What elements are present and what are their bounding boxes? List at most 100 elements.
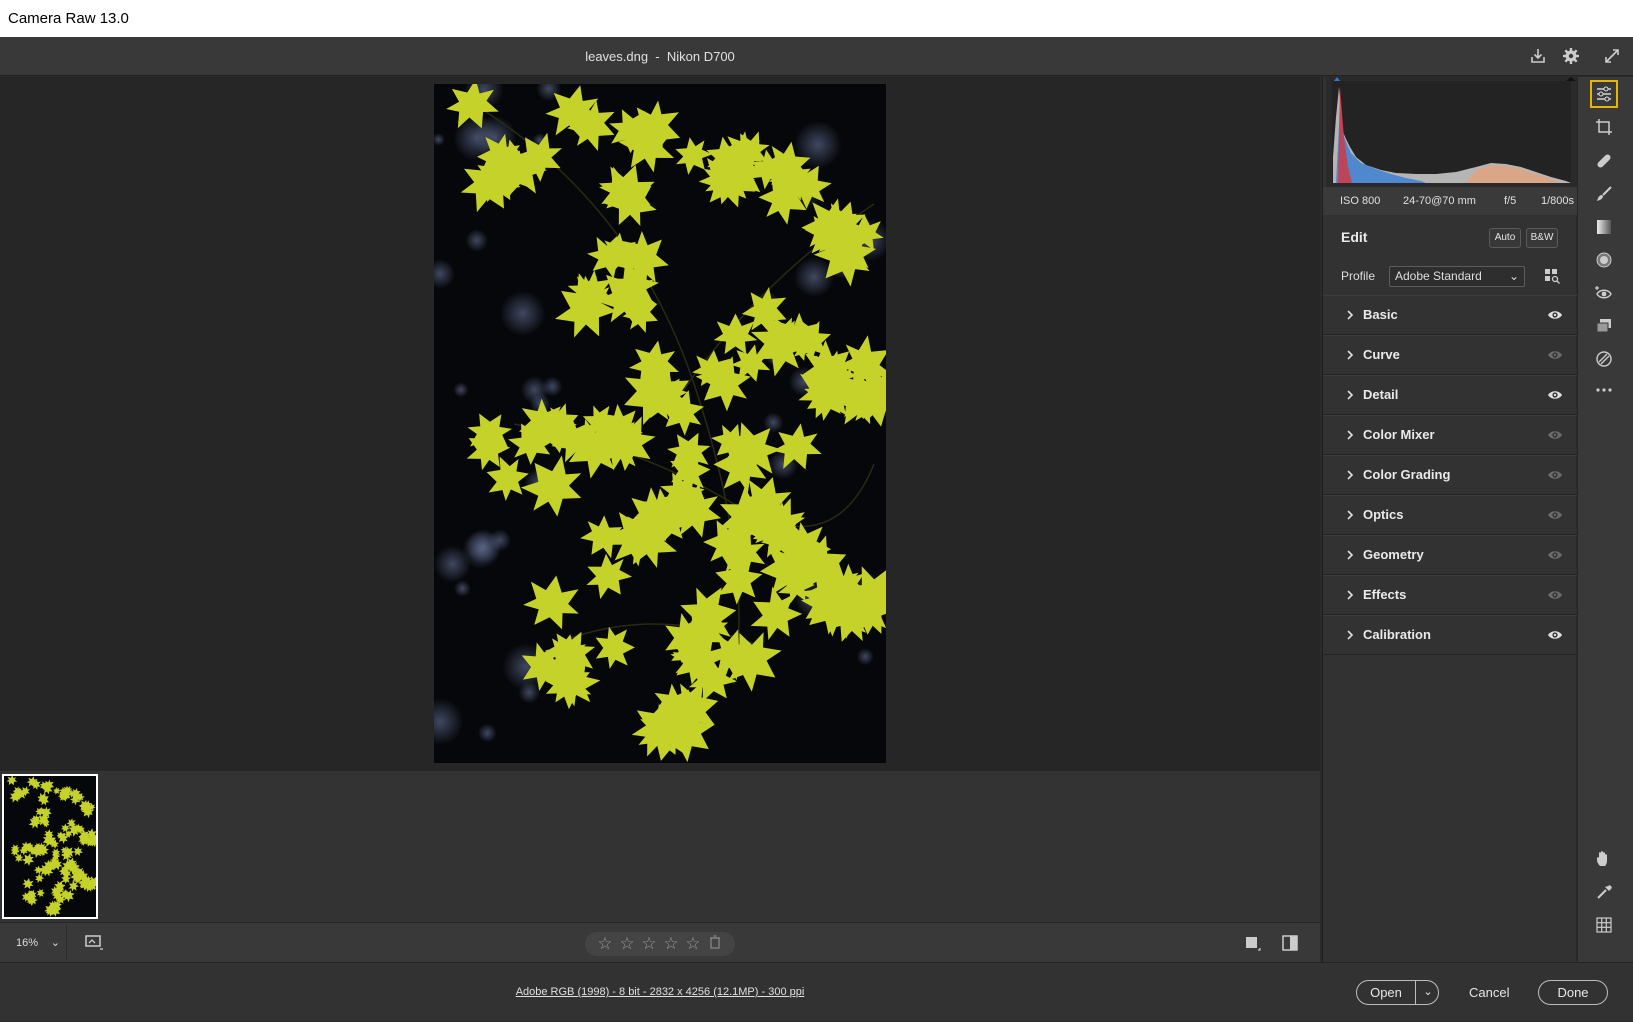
panel-section-optics[interactable]: Optics	[1323, 495, 1577, 535]
linear-gradient-icon[interactable]	[1590, 213, 1618, 241]
eye-icon[interactable]	[1547, 508, 1563, 522]
crop-icon[interactable]	[1590, 113, 1618, 141]
trash-icon[interactable]	[706, 933, 725, 955]
section-label: Geometry	[1363, 547, 1424, 562]
presets-icon[interactable]	[1590, 345, 1618, 373]
panel-section-calibration[interactable]: Calibration	[1323, 615, 1577, 655]
healing-icon[interactable]	[1590, 147, 1618, 175]
window-title-bar: Camera Raw 13.0	[0, 0, 1633, 37]
edit-panel: ISO 800 24-70@70 mm f/5 1/800s Edit Auto…	[1322, 77, 1577, 962]
star-icon[interactable]: ☆	[618, 933, 637, 955]
radial-filter-icon[interactable]	[1590, 246, 1618, 274]
chevron-right-icon	[1343, 388, 1357, 402]
open-button-group: Open ⌄	[1356, 980, 1439, 1005]
chevron-right-icon	[1343, 508, 1357, 522]
section-label: Detail	[1363, 387, 1399, 402]
chevron-down-icon: ⌄	[50, 937, 60, 949]
chevron-down-icon[interactable]: ⌄	[1418, 981, 1438, 1004]
eye-icon[interactable]	[1547, 628, 1563, 642]
bw-button[interactable]: B&W	[1526, 228, 1558, 248]
profile-select[interactable]: Adobe Standard ⌄	[1389, 266, 1525, 287]
panel-section-curve[interactable]: Curve	[1323, 335, 1577, 375]
chevron-right-icon	[1343, 468, 1357, 482]
eye-icon[interactable]	[1547, 588, 1563, 602]
exif-lens: 24-70@70 mm	[1403, 195, 1476, 207]
tool-strip	[1577, 77, 1633, 962]
section-label: Optics	[1363, 507, 1404, 522]
save-icon[interactable]	[1527, 45, 1549, 67]
cancel-button[interactable]: Cancel	[1469, 980, 1509, 1005]
file-title: leaves.dng - Nikon D700	[585, 49, 735, 64]
profile-label: Profile	[1341, 269, 1376, 283]
highlight-clipping-icon[interactable]	[1566, 77, 1576, 87]
snapshots-icon[interactable]	[1590, 312, 1618, 340]
chevron-right-icon	[1343, 588, 1357, 602]
exif-shutter: 1/800s	[1541, 195, 1575, 207]
edit-title: Edit	[1341, 229, 1368, 245]
image-canvas[interactable]	[0, 77, 1320, 836]
eye-icon[interactable]	[1547, 428, 1563, 442]
zoom-value: 16%	[16, 937, 39, 949]
fullscreen-icon[interactable]	[1601, 45, 1623, 67]
eye-icon[interactable]	[1547, 548, 1563, 562]
eye-icon[interactable]	[1547, 348, 1563, 362]
histogram	[1326, 77, 1577, 187]
grid-icon[interactable]	[1590, 911, 1618, 939]
before-after-icon[interactable]	[1280, 933, 1300, 953]
done-button[interactable]: Done	[1538, 980, 1608, 1005]
top-bar: leaves.dng - Nikon D700	[0, 37, 1633, 76]
star-icon[interactable]: ☆	[684, 933, 703, 955]
chevron-right-icon	[1343, 308, 1357, 322]
exif-aperture: f/5	[1504, 195, 1517, 207]
section-label: Effects	[1363, 587, 1407, 602]
open-button[interactable]: Open	[1357, 981, 1415, 1004]
profile-row: Profile Adobe Standard ⌄	[1323, 257, 1577, 295]
filmstrip-thumbnail[interactable]	[2, 774, 98, 919]
panel-section-color-grading[interactable]: Color Grading	[1323, 455, 1577, 495]
filmstrip-options-icon[interactable]	[84, 933, 106, 953]
panel-section-geometry[interactable]: Geometry	[1323, 535, 1577, 575]
profile-browser-icon[interactable]	[1543, 267, 1561, 285]
bottom-toolbar: 16% ⌄ ☆ ☆ ☆ ☆ ☆	[0, 922, 1320, 962]
single-view-icon[interactable]	[1242, 933, 1262, 953]
chevron-right-icon	[1343, 628, 1357, 642]
gear-icon[interactable]	[1560, 45, 1582, 67]
zoom-selector[interactable]: 16% ⌄	[8, 933, 66, 953]
edit-sliders-icon[interactable]	[1590, 80, 1618, 108]
panel-section-basic[interactable]: Basic	[1323, 295, 1577, 335]
hand-icon[interactable]	[1590, 845, 1618, 873]
edit-header: Edit Auto B&W	[1323, 217, 1577, 257]
more-icon[interactable]	[1590, 376, 1618, 404]
filmstrip	[0, 771, 1320, 922]
shadow-clipping-icon[interactable]	[1331, 77, 1341, 87]
profile-value: Adobe Standard	[1395, 269, 1482, 283]
chevron-right-icon	[1343, 348, 1357, 362]
eye-icon[interactable]	[1547, 468, 1563, 482]
divider	[1415, 981, 1416, 1004]
section-label: Calibration	[1363, 627, 1431, 642]
brush-icon[interactable]	[1590, 180, 1618, 208]
rating-stars: ☆ ☆ ☆ ☆ ☆	[585, 932, 735, 956]
workflow-options-link[interactable]: Adobe RGB (1998) - 8 bit - 2832 x 4256 (…	[0, 963, 1320, 1022]
exif-info: ISO 800 24-70@70 mm f/5 1/800s	[1323, 187, 1577, 215]
photo-preview	[434, 84, 886, 763]
auto-button[interactable]: Auto	[1489, 228, 1521, 248]
section-label: Curve	[1363, 347, 1400, 362]
section-label: Color Mixer	[1363, 427, 1435, 442]
star-icon[interactable]: ☆	[662, 933, 681, 955]
star-icon[interactable]: ☆	[596, 933, 615, 955]
chevron-down-icon: ⌄	[1508, 269, 1519, 283]
eyedropper-icon[interactable]	[1590, 878, 1618, 906]
star-icon[interactable]: ☆	[640, 933, 659, 955]
divider	[66, 925, 67, 961]
panel-section-color-mixer[interactable]: Color Mixer	[1323, 415, 1577, 455]
panel-section-detail[interactable]: Detail	[1323, 375, 1577, 415]
exif-iso: ISO 800	[1340, 195, 1381, 207]
red-eye-icon[interactable]	[1590, 279, 1618, 307]
window-title: Camera Raw 13.0	[8, 10, 129, 27]
section-label: Color Grading	[1363, 467, 1451, 482]
chevron-right-icon	[1343, 428, 1357, 442]
panel-section-effects[interactable]: Effects	[1323, 575, 1577, 615]
eye-icon[interactable]	[1547, 308, 1563, 322]
eye-icon[interactable]	[1547, 388, 1563, 402]
